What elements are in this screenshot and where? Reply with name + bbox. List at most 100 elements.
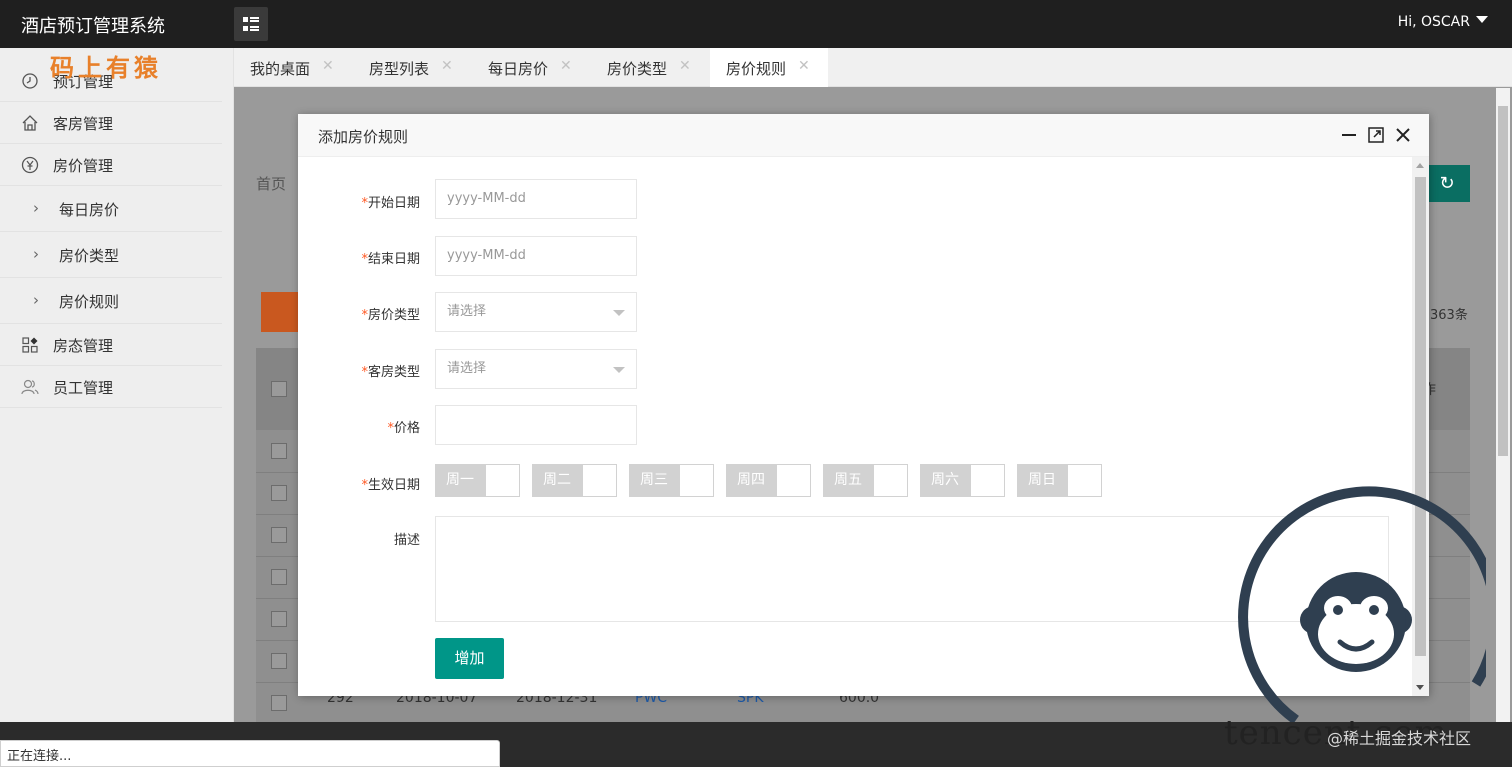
room-type-placeholder: 请选择 [447,361,487,376]
day-checkbox-box[interactable] [873,464,908,497]
batch-delete-button[interactable] [261,292,301,332]
caret-down-icon [613,367,625,373]
sidebar-subitem-daily-price[interactable]: › 每日房价 [0,186,222,232]
start-date-label: *开始日期 [308,192,420,211]
chevron-right-icon: › [33,199,39,217]
clock-icon [22,73,38,89]
sidebar-subitem-price-type[interactable]: › 房价类型 [0,232,222,278]
maximize-icon[interactable] [1367,126,1385,144]
end-date-input[interactable]: yyyy-MM-dd [435,236,637,276]
row-checkbox[interactable] [271,611,287,627]
day-label: 周三 [629,464,679,497]
sidebar-subitem-price-rule[interactable]: › 房价规则 [0,278,222,324]
dialog-header: 添加房价规则 [298,114,1429,157]
day-checkbox-box[interactable] [1067,464,1102,497]
sidebar-item-label: 房态管理 [53,337,114,355]
tab-price-rule[interactable]: 房价规则 ✕ [710,48,828,87]
row-checkbox[interactable] [271,443,287,459]
day-checkbox-thu[interactable]: 周四 [726,464,811,497]
select-all-checkbox[interactable] [271,381,287,397]
caret-down-icon [613,310,625,316]
day-checkbox-box[interactable] [970,464,1005,497]
day-checkbox-box[interactable] [679,464,714,497]
caret-down-icon [1476,16,1488,23]
sidebar-item-pricing[interactable]: 房价管理 [0,144,222,186]
row-checkbox[interactable] [271,485,287,501]
close-icon[interactable]: ✕ [798,58,810,74]
tab-price-type[interactable]: 房价类型 ✕ [591,48,710,87]
row-checkbox[interactable] [271,653,287,669]
connection-status: 正在连接... [0,740,500,767]
sidebar-subitem-label: 房价类型 [59,247,120,265]
sidebar-subitem-label: 房价规则 [59,293,120,311]
day-checkbox-sat[interactable]: 周六 [920,464,1005,497]
chevron-right-icon: › [33,291,39,309]
dialog-title: 添加房价规则 [318,128,409,146]
day-checkbox-box[interactable] [582,464,617,497]
tab-label: 我的桌面 [250,60,311,78]
minimize-icon[interactable] [1340,126,1358,144]
day-checkbox-wed[interactable]: 周三 [629,464,714,497]
home-icon [22,115,38,131]
user-menu[interactable]: Hi, OSCAR [1398,14,1488,30]
tab-desktop[interactable]: 我的桌面 ✕ [234,48,353,87]
sidebar-item-label: 客房管理 [53,115,114,133]
tab-daily-price[interactable]: 每日房价 ✕ [472,48,591,87]
tab-label: 每日房价 [488,60,549,78]
menu-toggle-button[interactable] [234,7,268,41]
day-checkbox-sun[interactable]: 周日 [1017,464,1102,497]
day-label: 周五 [823,464,873,497]
watermark-juejin: @稀土掘金技术社区 [1327,729,1472,748]
close-icon[interactable] [1394,126,1412,144]
list-icon [243,17,259,31]
start-date-input[interactable]: yyyy-MM-dd [435,179,637,219]
start-date-label-text: 开始日期 [367,196,420,211]
day-checkbox-box[interactable] [485,464,520,497]
day-label: 周二 [532,464,582,497]
room-type-label-text: 客房类型 [367,365,420,380]
tab-label: 房型列表 [369,60,430,78]
sidebar-item-staff[interactable]: 员工管理 [0,366,222,408]
day-label: 周四 [726,464,776,497]
day-checkbox-mon[interactable]: 周一 [435,464,520,497]
add-button[interactable]: 增加 [435,638,504,679]
tab-label: 房价类型 [607,60,668,78]
top-bar: 酒店预订管理系统 Hi, OSCAR [0,0,1512,48]
sidebar-item-room-status[interactable]: 房态管理 [0,324,222,366]
price-input[interactable] [435,405,637,445]
scroll-up-icon[interactable] [1416,163,1424,168]
price-type-select[interactable]: 请选择 [435,292,637,332]
effective-days-label-text: 生效日期 [367,478,420,493]
page-scrollbar[interactable] [1496,88,1510,722]
room-type-label: *客房类型 [308,361,420,380]
row-checkbox[interactable] [271,527,287,543]
apps-icon [22,337,38,353]
sidebar-item-rooms[interactable]: 客房管理 [0,102,222,144]
day-checkbox-tue[interactable]: 周二 [532,464,617,497]
record-count: 363条 [1430,308,1468,323]
sidebar-item-label: 员工管理 [53,379,114,397]
monkey-watermark-logo [1238,486,1486,722]
refresh-button[interactable]: ↻ [1424,165,1470,202]
breadcrumb[interactable]: 首页 [256,173,286,194]
scrollbar-thumb[interactable] [1498,106,1508,456]
price-label-text: 价格 [393,421,420,436]
close-icon[interactable]: ✕ [322,58,334,74]
row-checkbox[interactable] [271,569,287,585]
day-checkbox-fri[interactable]: 周五 [823,464,908,497]
chevron-right-icon: › [33,245,39,263]
close-icon[interactable]: ✕ [441,58,453,74]
day-label: 周一 [435,464,485,497]
day-checkbox-box[interactable] [776,464,811,497]
tab-label: 房价规则 [726,60,787,78]
sidebar: 预订管理 客房管理 房价管理 › 每日房价 › 房价类型 › 房价规则 房态管理… [0,48,234,722]
close-icon[interactable]: ✕ [560,58,572,74]
sidebar-subitem-label: 每日房价 [59,201,120,219]
room-type-select[interactable]: 请选择 [435,349,637,389]
refresh-icon: ↻ [1439,173,1455,194]
tab-room-type-list[interactable]: 房型列表 ✕ [353,48,472,87]
sidebar-item-label: 房价管理 [53,157,114,175]
row-checkbox[interactable] [271,695,287,711]
close-icon[interactable]: ✕ [679,58,691,74]
price-type-label-text: 房价类型 [367,308,420,323]
